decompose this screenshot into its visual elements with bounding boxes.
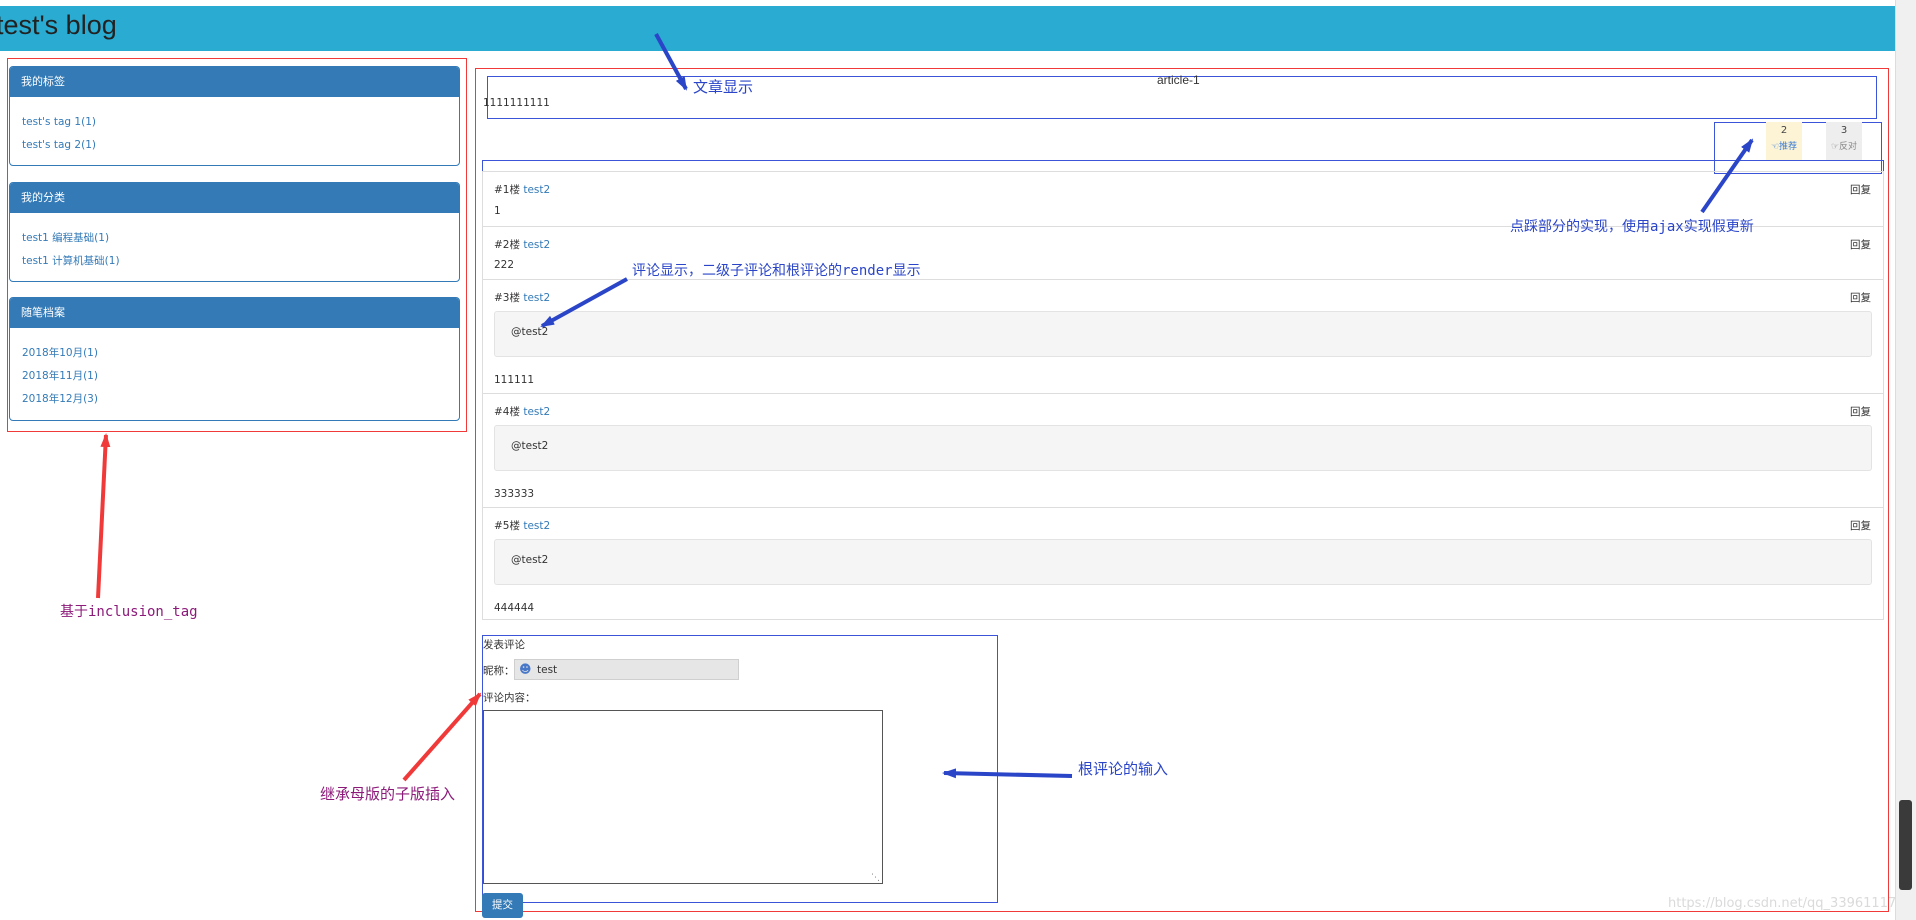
tag-link[interactable]: test's tag 2(1) — [22, 134, 447, 157]
comment-floor: #1楼 — [494, 184, 520, 196]
archive-panel: 随笔档案 2018年10月(1) 2018年11月(1) 2018年12月(3) — [9, 297, 460, 421]
annotation-comment-display: 评论显示，二级子评论和根评论的render显示 — [632, 263, 921, 279]
tags-panel: 我的标签 test's tag 1(1) test's tag 2(1) — [9, 66, 460, 166]
downvote-button[interactable]: 3 ☞反对 — [1826, 122, 1862, 160]
categories-panel-heading: 我的分类 — [10, 183, 459, 213]
annotation-inherit: 继承母版的子版插入 — [320, 785, 456, 803]
comment-list: #1楼 test2 回复 1 #2楼 test2 回复 222 #3楼 test… — [482, 171, 1884, 620]
comment-user-link[interactable]: test2 — [523, 239, 550, 251]
upvote-button[interactable]: 2 ☜推荐 — [1766, 122, 1802, 160]
reply-button[interactable]: 回复 — [1850, 518, 1871, 533]
quote-text: @test2 — [511, 554, 549, 566]
comment-floor: #4楼 — [494, 406, 520, 418]
comment-text: 333333 — [494, 488, 535, 500]
article-title: article-1 — [1157, 73, 1200, 87]
comment-user-link[interactable]: test2 — [523, 184, 550, 196]
reply-button[interactable]: 回复 — [1850, 404, 1871, 419]
parent-comment-quote: @test2 — [494, 311, 1872, 357]
quote-text: @test2 — [511, 440, 549, 452]
category-link[interactable]: test1 编程基础(1) — [22, 227, 447, 250]
blog-title[interactable]: test's blog — [0, 10, 117, 41]
category-link[interactable]: test1 计算机基础(1) — [22, 250, 447, 273]
comment-user-link[interactable]: test2 — [523, 520, 550, 532]
comment-text: 222 — [494, 259, 515, 271]
comment-item: #5楼 test2 回复 @test2 444444 — [483, 507, 1883, 621]
comment-text: 444444 — [494, 602, 535, 614]
nickname-field[interactable]: ☻ test — [514, 659, 739, 680]
archive-panel-heading: 随笔档案 — [10, 298, 459, 328]
blog-header: test's blog — [0, 6, 1895, 51]
quote-text: @test2 — [511, 326, 549, 338]
comment-textarea[interactable]: ⋱ — [483, 710, 883, 884]
annotation-inclusion-tag: 基于inclusion_tag — [60, 604, 198, 620]
tag-link[interactable]: test's tag 1(1) — [22, 111, 447, 134]
categories-panel: 我的分类 test1 编程基础(1) test1 计算机基础(1) — [9, 182, 460, 282]
nickname-label: 昵称： — [483, 665, 515, 677]
nickname-value: test — [537, 664, 558, 676]
thumbs-up-icon: ☜ — [1770, 142, 1780, 152]
downvote-count: 3 — [1840, 125, 1848, 136]
user-avatar-icon: ☻ — [519, 662, 532, 676]
comment-floor: #2楼 — [494, 239, 520, 251]
comment-user-link[interactable]: test2 — [523, 406, 550, 418]
window-scrollbar[interactable] — [1895, 0, 1916, 920]
arrow-inherit — [402, 692, 482, 782]
watermark: https://blog.csdn.net/qq_33961117 — [1668, 896, 1897, 911]
article-content: 1111111111 — [483, 97, 550, 109]
upvote-label: 推荐 — [1779, 142, 1798, 152]
comment-floor: #5楼 — [494, 520, 520, 532]
thumbs-down-icon: ☞ — [1830, 142, 1840, 152]
comment-user-link[interactable]: test2 — [523, 292, 550, 304]
content-label: 评论内容： — [483, 692, 536, 704]
resize-handle-icon[interactable]: ⋱ — [871, 873, 880, 883]
comment-text: 1 — [494, 205, 501, 217]
form-heading: 发表评论 — [483, 639, 525, 651]
scrollbar-thumb[interactable] — [1899, 800, 1912, 890]
annotation-article-display: 文章显示 — [693, 78, 754, 96]
parent-comment-quote: @test2 — [494, 539, 1872, 585]
arrow-inclusion-tag — [96, 433, 111, 599]
reply-button[interactable]: 回复 — [1850, 182, 1871, 197]
parent-comment-quote: @test2 — [494, 425, 1872, 471]
reply-button[interactable]: 回复 — [1850, 290, 1871, 305]
downvote-label: 反对 — [1839, 142, 1858, 152]
comment-text: 111111 — [494, 374, 535, 386]
submit-button[interactable]: 提交 — [482, 893, 523, 918]
comment-floor: #3楼 — [494, 292, 520, 304]
annotation-root-input: 根评论的输入 — [1078, 760, 1169, 778]
archive-link[interactable]: 2018年10月(1) — [22, 342, 447, 365]
archive-link[interactable]: 2018年11月(1) — [22, 365, 447, 388]
archive-link[interactable]: 2018年12月(3) — [22, 388, 447, 411]
tags-panel-heading: 我的标签 — [10, 67, 459, 97]
reply-button[interactable]: 回复 — [1850, 237, 1871, 252]
comment-item: #4楼 test2 回复 @test2 333333 — [483, 393, 1883, 507]
comment-item: #3楼 test2 回复 @test2 111111 — [483, 279, 1883, 393]
annotation-vote-impl: 点踩部分的实现，使用ajax实现假更新 — [1510, 219, 1754, 235]
upvote-count: 2 — [1780, 125, 1788, 136]
